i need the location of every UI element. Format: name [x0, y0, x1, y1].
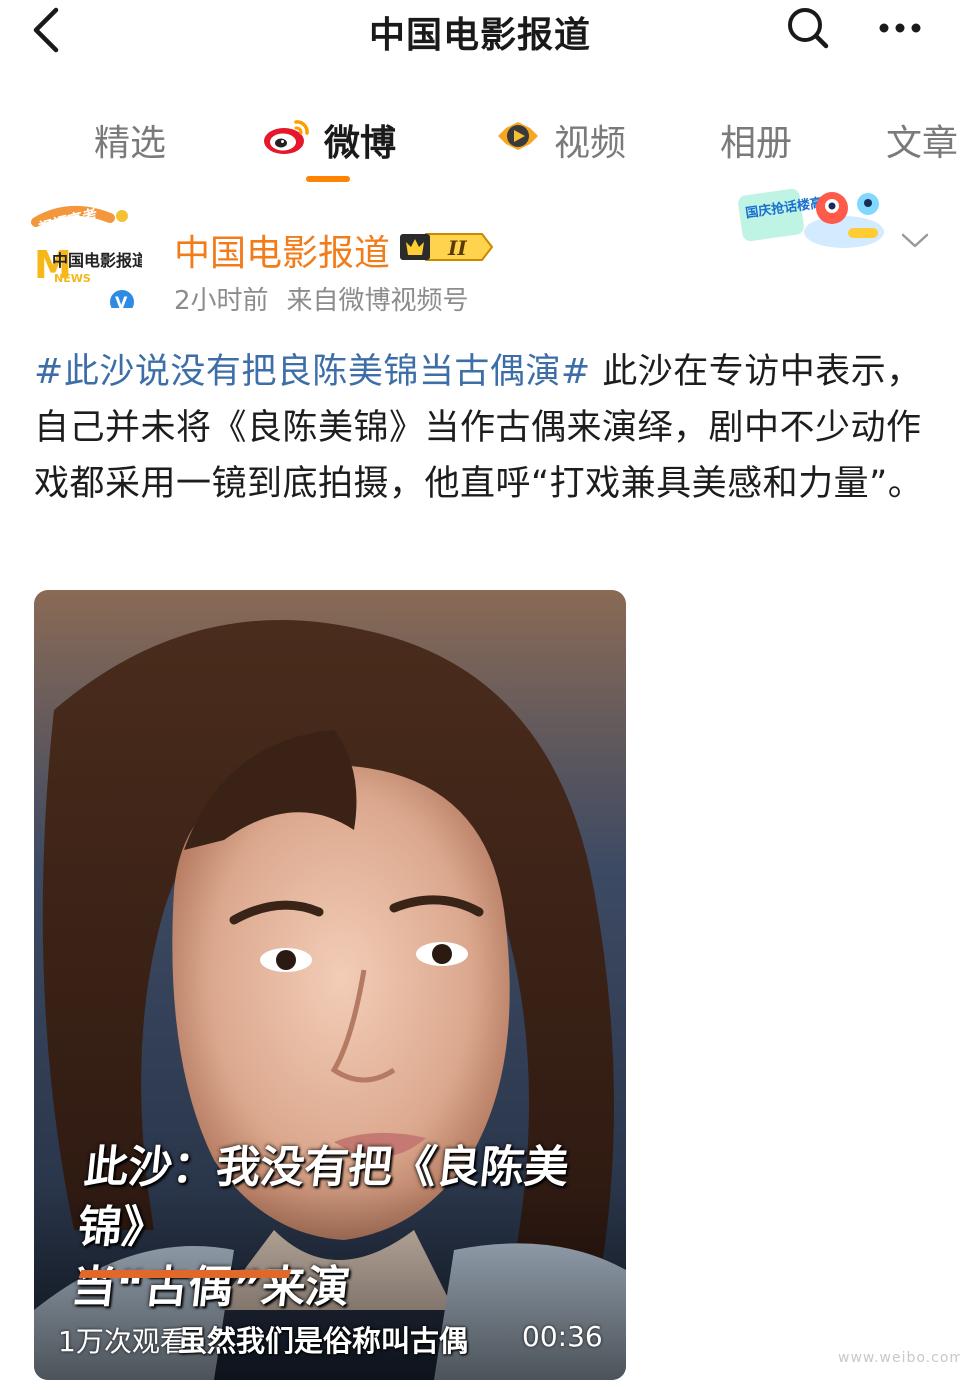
tab-label: 文章	[886, 123, 959, 164]
post-time: 2小时前	[174, 286, 269, 316]
top-bar: 中国电影报道	[0, 0, 960, 62]
caption-line-2: 当“古偶”来演	[69, 1262, 353, 1313]
video-player[interactable]: 此沙：我没有把《良陈美锦》 当“古偶”来演 1万次观看 虽然我们是俗称叫古偶 0…	[34, 590, 626, 1380]
post-body: #此沙说没有把良陈美锦当古偶演# 此沙在专访中表示，自己并未将《良陈美锦》当作古…	[34, 344, 928, 512]
tab-label: 微博	[324, 123, 397, 164]
weibo-logo-icon	[262, 116, 312, 165]
author-name[interactable]: 中国电影报道	[174, 224, 390, 276]
tab-featured[interactable]: 精选	[94, 110, 166, 170]
promo-sticker[interactable]: 国庆抢话楼高手	[736, 184, 892, 254]
hashtag-link[interactable]: #此沙说没有把良陈美锦当古偶演#	[34, 352, 591, 392]
video-duration: 00:36	[522, 1320, 603, 1353]
caption-line-1: 此沙：我没有把《良陈美锦》	[75, 1142, 572, 1253]
tab-articles[interactable]: 文章	[886, 110, 958, 170]
post-meta: 2小时前 来自微博视频号	[174, 280, 469, 317]
profile-tabs: 精选 微博 视频 相册 文章	[0, 100, 960, 190]
search-icon[interactable]	[784, 4, 832, 52]
avatar-text: 中国电影报道	[52, 251, 142, 270]
caption-underline	[78, 1270, 292, 1278]
svg-text:V: V	[115, 293, 128, 308]
vip-level: II	[447, 236, 467, 260]
tab-label: 相册	[720, 123, 793, 164]
svg-text:NEWS: NEWS	[54, 272, 91, 285]
chevron-down-icon[interactable]	[898, 226, 932, 254]
watermark: www.weibo.com	[838, 1350, 960, 1366]
active-tab-indicator	[306, 176, 350, 182]
tab-label: 精选	[94, 123, 167, 164]
more-dots-icon[interactable]	[874, 6, 926, 50]
avatar[interactable]: 祝福高考 M 中国电影报道 NEWS V	[30, 196, 148, 316]
tab-video[interactable]: 视频	[494, 110, 626, 170]
view-count: 1万次观看	[58, 1325, 188, 1358]
video-subtitle: 虽然我们是俗称叫古偶	[178, 1324, 469, 1358]
tab-label: 视频	[554, 123, 627, 164]
video-caption: 此沙：我没有把《良陈美锦》 当“古偶”来演	[69, 1138, 626, 1318]
vip-badge[interactable]: II	[398, 230, 494, 264]
post-source[interactable]: 来自微博视频号	[287, 286, 469, 316]
tab-album[interactable]: 相册	[720, 110, 792, 170]
tab-weibo[interactable]: 微博	[262, 110, 396, 170]
video-play-icon	[494, 116, 542, 165]
